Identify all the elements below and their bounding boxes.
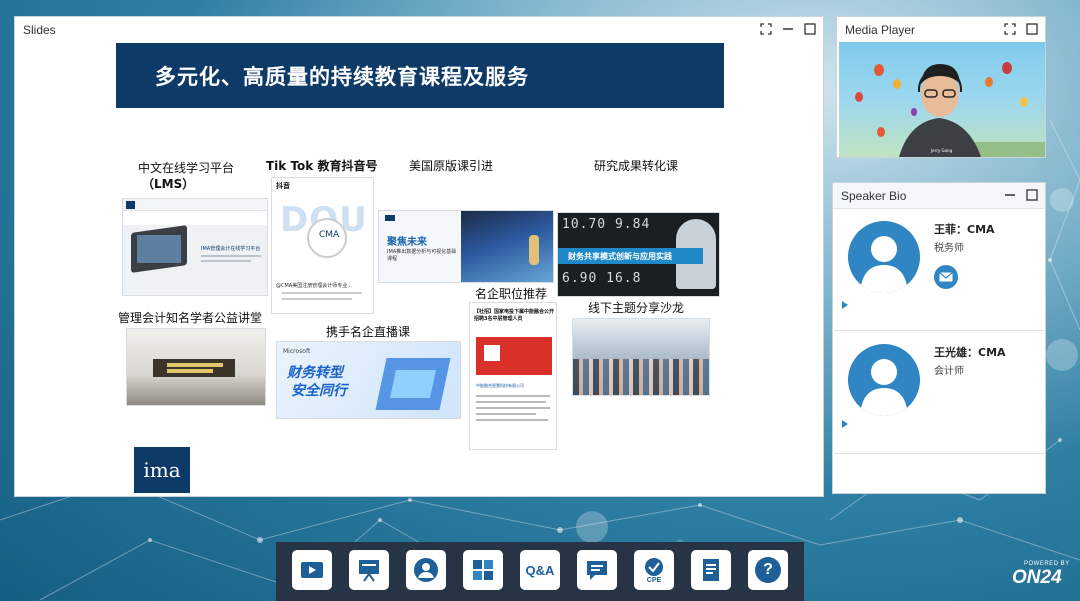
maximize-icon[interactable]	[1025, 188, 1039, 202]
label-lms: 中文在线学习平台	[138, 161, 235, 175]
balloons-background	[855, 62, 1045, 157]
slides-button[interactable]	[349, 550, 389, 590]
media-player-window: Media Player Jerry Gong	[836, 16, 1046, 158]
minimize-icon[interactable]	[1003, 188, 1017, 202]
cpe-button[interactable]: CPE	[634, 550, 674, 590]
us-course-title: 聚焦未来	[387, 237, 427, 248]
slides-window: Slides 多元化、高质量的持续教育课程及服务 中文在线学习平台 （LMS） …	[14, 16, 824, 497]
expand-arrow-icon[interactable]	[842, 420, 848, 428]
jobs-header: 【社招】国家电投下属中能融合公开招聘3名中层管理人员	[474, 309, 555, 322]
cpe-badge-icon	[645, 557, 663, 576]
label-salon: 线下主题分享沙龙	[588, 301, 685, 315]
expand-icon[interactable]	[759, 22, 773, 36]
resources-button[interactable]	[463, 550, 503, 590]
speaker-card[interactable]: 王光雄：CMA 会计师	[834, 332, 1044, 454]
video-caption: Jerry Gong	[931, 148, 953, 153]
cpe-label: CPE	[646, 576, 662, 584]
expand-icon[interactable]	[1003, 22, 1017, 36]
survey-button[interactable]	[691, 550, 731, 590]
live-title-2: 安全同行	[291, 383, 347, 399]
person-icon	[414, 558, 438, 582]
douyin-thumbnail: 抖音 DOU CMA @CMA美国注册管理会计师专业...	[271, 177, 374, 314]
media-player-button[interactable]	[292, 550, 332, 590]
slides-window-title: Slides	[23, 23, 56, 37]
salon-thumbnail	[572, 318, 710, 396]
label-live: 携手名企直播课	[326, 325, 411, 339]
lms-caption: IMA管理会计在线学习平台	[201, 246, 261, 252]
help-button[interactable]: ?	[748, 550, 788, 590]
label-research: 研究成果转化课	[594, 159, 679, 173]
douyin-brand: 抖音	[276, 182, 290, 190]
live-thumbnail: Microsoft 财务转型 安全同行	[276, 341, 461, 419]
email-icon[interactable]	[934, 265, 958, 289]
help-icon: ?	[755, 557, 781, 583]
chat-button[interactable]	[577, 550, 617, 590]
us-course-thumbnail: 聚焦未来 IMA推出数据分析与可视化基础课程	[378, 210, 554, 283]
expand-arrow-icon[interactable]	[842, 301, 848, 309]
puzzle-icon	[473, 560, 493, 580]
minimize-icon[interactable]	[781, 22, 795, 36]
live-title-1: 财务转型	[287, 365, 343, 381]
bottom-dock: Q&A CPE ?	[276, 542, 804, 601]
jobs-company: 中能融合智慧科技有限公司	[476, 383, 524, 388]
jobs-thumbnail: 【社招】国家电投下属中能融合公开招聘3名中层管理人员 中能融合智慧科技有限公司	[469, 302, 557, 450]
on24-logo: ON24	[1012, 567, 1062, 588]
play-icon	[301, 562, 323, 578]
label-jobs: 名企职位推荐	[475, 287, 548, 301]
research-thumbnail: 10.70 9.84 6.90 16.8 财务共享模式创新与应用实践	[557, 212, 720, 297]
slide-heading: 多元化、高质量的持续教育课程及服务	[116, 43, 724, 108]
us-course-sub: IMA推出数据分析与可视化基础课程	[387, 249, 457, 262]
speaker-card[interactable]: 王菲：CMA 税务师	[834, 209, 1044, 331]
lecture-thumbnail	[126, 328, 266, 406]
maximize-icon[interactable]	[1025, 22, 1039, 36]
lms-thumbnail: IMA管理会计在线学习平台	[122, 198, 268, 296]
speaker-title: 税务师	[934, 243, 964, 254]
label-lms-sub: （LMS）	[142, 177, 195, 191]
douyin-account: @CMA美国注册管理会计师专业...	[276, 283, 352, 289]
avatar	[848, 221, 920, 293]
speaker-bio-window: Speaker Bio 王菲：CMA 税务师 王光雄：CMA 会计师	[832, 182, 1046, 494]
speaker-name: 王菲：CMA	[934, 223, 995, 236]
presentation-icon	[359, 560, 379, 582]
qa-button[interactable]: Q&A	[520, 550, 560, 590]
speaker-bio-button[interactable]	[406, 550, 446, 590]
chat-icon	[587, 561, 607, 580]
label-us-course: 美国原版课引进	[409, 159, 494, 173]
qa-icon: Q&A	[525, 562, 555, 578]
slide-canvas: 多元化、高质量的持续教育课程及服务 中文在线学习平台 （LMS） Tik Tok…	[16, 43, 822, 495]
research-caption: 财务共享模式创新与应用实践	[558, 248, 703, 264]
ima-logo: ima	[134, 447, 190, 493]
video-feed[interactable]: Jerry Gong	[839, 42, 1045, 157]
label-lecture: 管理会计知名学者公益讲堂	[118, 311, 263, 325]
speaker-title: 会计师	[934, 366, 964, 377]
speaker-name: 王光雄：CMA	[934, 346, 1006, 359]
label-tiktok: Tik Tok 教育抖音号	[266, 159, 378, 173]
maximize-icon[interactable]	[803, 22, 817, 36]
avatar	[848, 344, 920, 416]
live-brand: Microsoft	[283, 348, 311, 355]
document-icon	[703, 559, 719, 581]
